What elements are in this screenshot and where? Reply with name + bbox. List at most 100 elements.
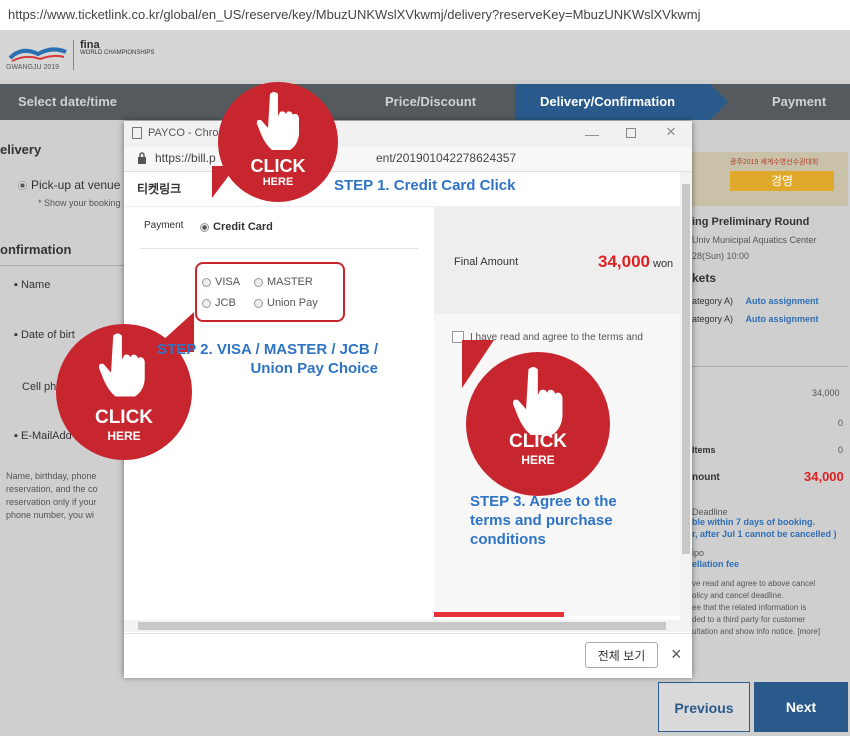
- master-radio[interactable]: [254, 277, 263, 287]
- cell-label: Cell ph: [22, 381, 57, 393]
- pay-button-edge[interactable]: [434, 612, 564, 617]
- step-payment: Payment: [772, 94, 827, 109]
- event-banner-title: 광주2019 세계수영선수권대회: [730, 159, 819, 166]
- ticket-category: ategory A): [692, 296, 734, 306]
- deadline-label: Deadline: [692, 507, 728, 517]
- ticketlink-brand: 티켓링크: [137, 182, 182, 196]
- agree-terms-text: I have read and agree to the terms and: [470, 332, 643, 343]
- previous-button[interactable]: Previous: [658, 682, 750, 732]
- visa-option[interactable]: VISA: [202, 276, 240, 288]
- lock-icon: [138, 152, 146, 164]
- fina-subtitle: WORLD CHAMPIONSHIPS: [80, 50, 155, 56]
- step1-annotation: STEP 1. Credit Card Click: [334, 177, 516, 194]
- dob-label-text: Date of birt: [20, 329, 75, 341]
- name-label: ▪ Name: [14, 279, 51, 291]
- popup-window-title: PAYCO - Chro: [148, 127, 219, 139]
- zero-value: 0: [838, 445, 844, 455]
- step3-annotation: STEP 3. Agree to the terms and purchase …: [470, 492, 617, 549]
- divider: [692, 366, 848, 367]
- final-amount-label: Final Amount: [454, 256, 519, 268]
- step2-line: STEP 2. VISA / MASTER / JCB /: [157, 341, 378, 358]
- browser-url-bar[interactable]: https://www.ticketlink.co.kr/global/en_U…: [0, 0, 850, 30]
- pickup-option[interactable]: Pick-up at venue: [18, 178, 120, 192]
- agreement-line: ve read and agree to above cancel: [692, 579, 816, 588]
- confirmation-heading: onfirmation: [0, 242, 72, 257]
- here-label: HERE: [262, 176, 294, 188]
- gwangju-logo-icon: [8, 47, 67, 62]
- union-pay-option[interactable]: Union Pay: [254, 297, 318, 309]
- visa-radio[interactable]: [202, 277, 211, 287]
- agreement-line: olicy and cancel deadline.: [692, 591, 784, 600]
- notice-line: phone number, you wi: [6, 510, 95, 520]
- divider: [0, 265, 124, 266]
- jcb-option[interactable]: JCB: [202, 297, 236, 309]
- page-icon: [132, 127, 142, 139]
- total-amount: 34,000: [804, 469, 844, 484]
- step3-line: conditions: [470, 531, 546, 548]
- pointing-hand-icon: [256, 92, 299, 150]
- logo-subtitle: GWANGJU 2019: [6, 64, 60, 71]
- delivery-heading: elivery: [0, 142, 42, 157]
- agreement-line: ee that the related information is: [692, 603, 807, 612]
- view-all-button[interactable]: 전체 보기: [585, 642, 658, 668]
- here-label: HERE: [107, 429, 141, 443]
- click-label: CLICK: [94, 407, 154, 428]
- event-banner-sub: 경영: [730, 171, 834, 191]
- union-pay-label: Union Pay: [267, 297, 318, 309]
- step3-line: terms and purchase: [470, 512, 613, 529]
- jcb-radio[interactable]: [202, 298, 211, 308]
- click-label: CLICK: [250, 156, 306, 176]
- horizontal-scrollbar-thumb[interactable]: [138, 622, 666, 630]
- credit-card-option[interactable]: Credit Card: [200, 221, 273, 233]
- deadline-text: ble within 7 days of booking.: [692, 517, 816, 527]
- price-value: 34,000: [812, 388, 840, 398]
- maximize-icon[interactable]: [626, 128, 636, 138]
- credit-card-label: Credit Card: [213, 221, 273, 233]
- credit-card-radio[interactable]: [200, 222, 209, 232]
- deadline-text: r, after Jul 1 cannot be cancelled ): [692, 529, 837, 539]
- minimize-icon[interactable]: —: [585, 126, 599, 142]
- pickup-radio[interactable]: [18, 181, 27, 191]
- final-amount-value: 34,000: [598, 252, 650, 271]
- notice-text: Name, birthday, phone reservation, and t…: [6, 470, 98, 522]
- click-badge-pointer: [462, 340, 494, 388]
- click-label: CLICK: [508, 431, 568, 452]
- notice-line: reservation only if your: [6, 497, 97, 507]
- jcb-label: JCB: [215, 297, 236, 309]
- pickup-note: * Show your booking: [38, 198, 121, 208]
- payment-label: Payment: [144, 220, 184, 231]
- cancellation-fee-label: ellation fee: [692, 559, 740, 569]
- fina-logo: fina WORLD CHAMPIONSHIPS: [80, 40, 154, 57]
- step2-annotation: STEP 2. VISA / MASTER / JCB / Union Pay …: [132, 340, 378, 378]
- items-label: Items: [692, 445, 716, 455]
- master-option[interactable]: MASTER: [254, 276, 313, 288]
- step-price-discount: Price/Discount: [385, 94, 477, 109]
- vertical-scrollbar-thumb[interactable]: [682, 184, 690, 554]
- auto-assignment-link[interactable]: Auto assignment: [746, 314, 819, 324]
- round-title: ing Preliminary Round: [692, 216, 810, 228]
- notice-line: Name, birthday, phone: [6, 471, 97, 481]
- step-select-date: Select date/time: [18, 94, 117, 109]
- popup-close-icon[interactable]: ×: [671, 644, 682, 665]
- agreement-text: ve read and agree to above cancel olicy …: [692, 578, 820, 638]
- close-icon[interactable]: ×: [666, 122, 676, 142]
- ticket-category: ategory A): [692, 314, 734, 324]
- step-delivery-confirmation: Delivery/Confirmation: [540, 94, 676, 109]
- auto-assignment-link[interactable]: Auto assignment: [746, 296, 819, 306]
- master-label: MASTER: [267, 276, 313, 288]
- logo-divider: [73, 40, 74, 70]
- step2-line: Union Pay Choice: [250, 360, 378, 377]
- visa-label: VISA: [215, 276, 241, 288]
- next-button[interactable]: Next: [754, 682, 848, 732]
- ticket-row: ategory A) Auto assignment: [692, 296, 819, 306]
- here-label: HERE: [521, 453, 555, 467]
- venue-text: Univ Municipal Aquatics Center: [692, 235, 817, 245]
- divider: [140, 248, 418, 249]
- amount-label: nount: [692, 472, 720, 483]
- card-options-highlight: [195, 262, 345, 322]
- final-amount-unit: won: [653, 258, 674, 270]
- popup-url-start: https://bill.p: [155, 151, 216, 165]
- dob-label: ▪ Date of birt: [14, 329, 75, 341]
- union-pay-radio[interactable]: [254, 298, 263, 308]
- tickets-heading: kets: [692, 271, 717, 285]
